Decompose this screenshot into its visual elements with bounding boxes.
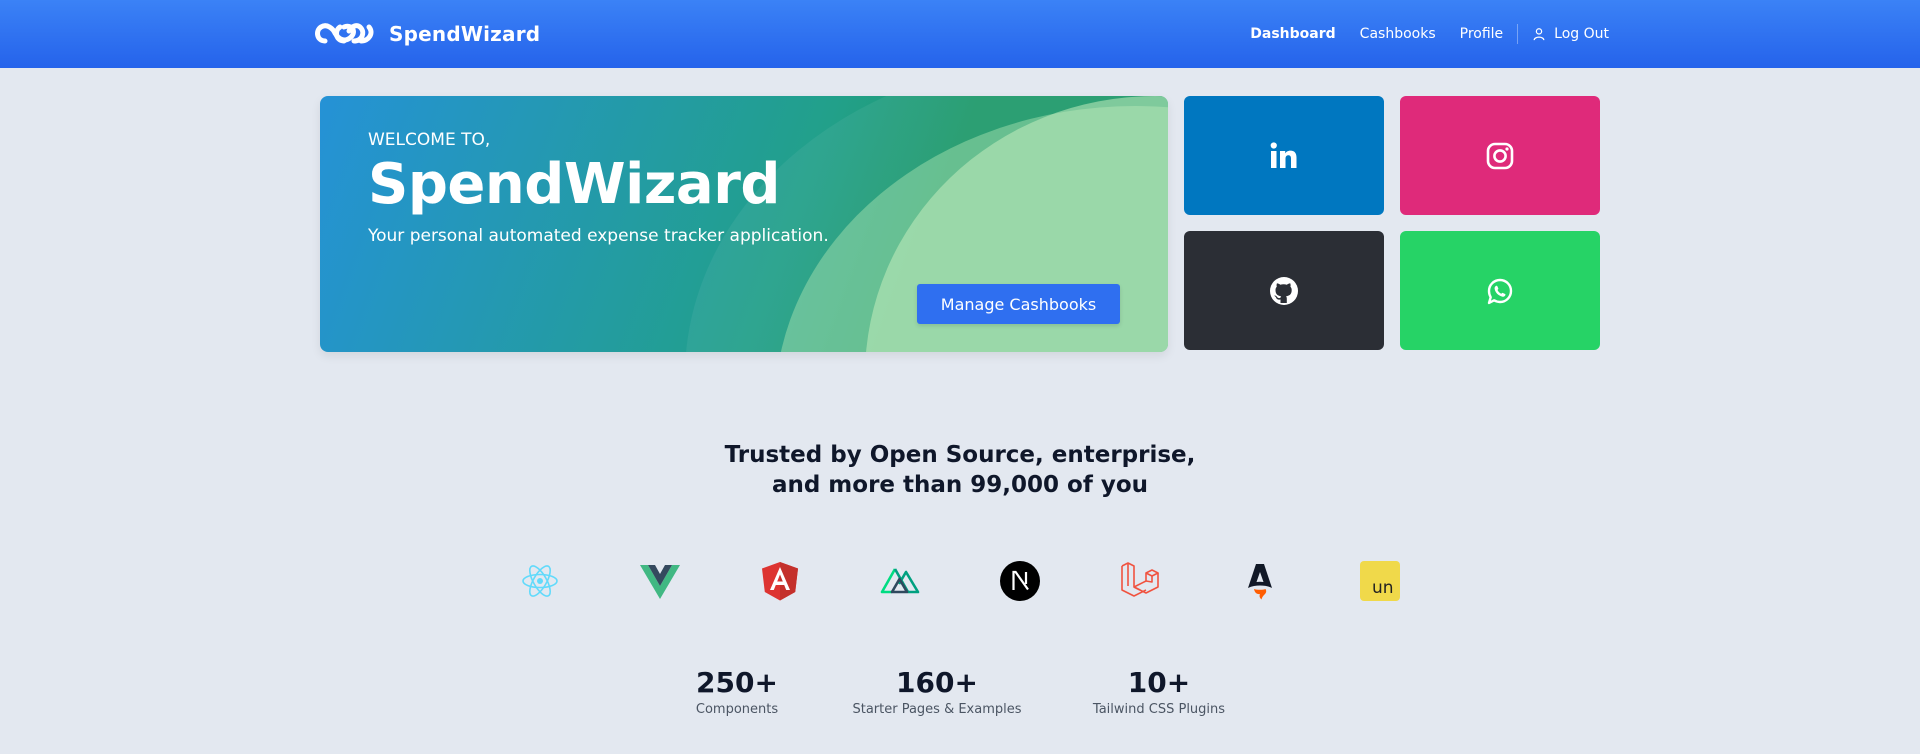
react-icon — [522, 565, 558, 597]
nav-divider — [1517, 24, 1519, 44]
stat-number: 10+ — [1127, 666, 1191, 699]
stat-plugins: 10+ Tailwind CSS Plugins — [1074, 666, 1244, 717]
nextjs-icon — [1000, 561, 1040, 601]
nuxt-icon — [880, 568, 920, 594]
unocss-logo-text: un — [1372, 578, 1394, 598]
trusted-line-1: Trusted by Open Source, enterprise, — [724, 442, 1196, 468]
hero-title: SpendWizard — [368, 152, 780, 217]
astro-logo — [1239, 560, 1281, 602]
vue-icon — [640, 565, 680, 599]
unocss-logo: un — [1359, 560, 1401, 602]
github-icon — [1270, 276, 1298, 305]
astro-icon — [1248, 564, 1272, 600]
stat-label: Starter Pages & Examples — [852, 702, 1022, 717]
laravel-icon — [1121, 562, 1159, 597]
trusted-line-2: and more than 99,000 of you — [771, 472, 1149, 498]
whatsapp-icon — [1487, 278, 1513, 304]
vue-logo — [639, 560, 681, 602]
github-tile[interactable] — [1184, 231, 1384, 350]
welcome-hero-card: WELCOME TO, SpendWizard Your personal au… — [320, 96, 1168, 352]
stat-number: 160+ — [896, 666, 978, 699]
trusted-heading: Trusted by Open Source, enterprise, and … — [660, 440, 1260, 500]
brand-logo[interactable]: SpendWizard — [311, 18, 540, 50]
manage-cashbooks-button[interactable]: Manage Cashbooks — [917, 284, 1120, 324]
react-logo — [519, 560, 561, 602]
nav-profile[interactable]: Profile — [1460, 26, 1504, 42]
logout-label: Log Out — [1554, 26, 1609, 42]
hero-welcome-text: WELCOME TO, — [368, 130, 491, 150]
stat-label: Tailwind CSS Plugins — [1092, 702, 1226, 717]
nuxt-logo — [879, 560, 921, 602]
stat-starter-pages: 160+ Starter Pages & Examples — [837, 666, 1037, 717]
nextjs-logo — [999, 560, 1041, 602]
whatsapp-tile[interactable] — [1400, 231, 1600, 350]
angular-logo — [759, 560, 801, 602]
infinity-logo-icon — [315, 23, 374, 44]
nav-cashbooks[interactable]: Cashbooks — [1360, 26, 1436, 42]
stat-label: Components — [695, 702, 779, 717]
instagram-tile[interactable] — [1400, 96, 1600, 215]
linkedin-icon — [1270, 141, 1297, 168]
framework-logos: un — [0, 560, 1920, 608]
main-nav: Dashboard Cashbooks Profile Log Out — [1226, 22, 1609, 46]
instagram-icon — [1486, 142, 1514, 169]
stat-number: 250+ — [696, 666, 778, 699]
top-navbar: SpendWizard Dashboard Cashbooks Profile … — [0, 0, 1920, 68]
linkedin-tile[interactable] — [1184, 96, 1384, 215]
laravel-logo — [1119, 560, 1161, 602]
logout-button[interactable]: Log Out — [1532, 26, 1609, 42]
hero-subtitle: Your personal automated expense tracker … — [368, 226, 829, 246]
stat-components: 250+ Components — [662, 666, 812, 717]
brand-name: SpendWizard — [389, 22, 541, 46]
user-icon — [1533, 28, 1545, 41]
nav-dashboard[interactable]: Dashboard — [1250, 26, 1335, 42]
angular-icon — [762, 562, 798, 601]
